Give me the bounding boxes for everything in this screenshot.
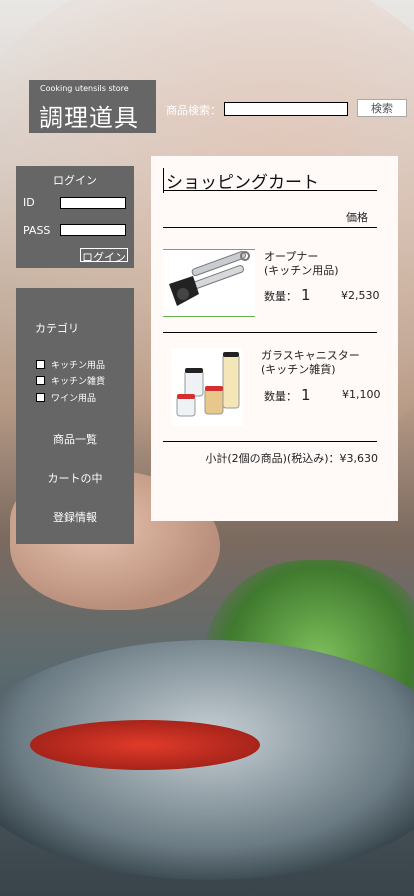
category-checkbox[interactable]	[36, 393, 45, 402]
store-subtitle: Cooking utensils store	[40, 84, 129, 93]
category-kitchen-tools[interactable]: キッチン用品	[36, 358, 105, 371]
login-panel: ログイン ID PASS ログイン	[16, 166, 134, 268]
item-price: ¥1,100	[342, 388, 381, 401]
login-button[interactable]: ログイン	[80, 248, 128, 264]
divider	[163, 227, 377, 228]
search-input[interactable]	[224, 102, 348, 116]
shopping-cart-panel: ショッピングカート 価格 オープナー (キッチン用品) 数量：1 ¥2,530	[151, 156, 398, 521]
category-wine-goods[interactable]: ワイン用品	[36, 391, 96, 404]
category-kitchen-goods[interactable]: キッチン雑貨	[36, 374, 105, 387]
item-quantity: 数量： 1	[264, 386, 311, 404]
item-name[interactable]: オープナー (キッチン用品)	[264, 250, 339, 278]
divider	[163, 190, 377, 191]
login-title: ログイン	[53, 174, 97, 187]
divider	[163, 441, 377, 442]
sidebar: カテゴリ キッチン用品 キッチン雑貨 ワイン用品 商品一覧 カートの中 登録情報	[16, 288, 134, 544]
search-label: 商品検索：	[166, 104, 221, 117]
category-label: ワイン用品	[51, 394, 97, 404]
glass-canister-image[interactable]	[171, 348, 243, 426]
nav-account-info[interactable]: 登録情報	[16, 509, 134, 525]
category-label: キッチン雑貨	[51, 377, 106, 387]
store-name: 調理道具	[39, 104, 139, 132]
item-price: ¥2,530	[341, 289, 380, 302]
nav-cart[interactable]: カートの中	[16, 470, 134, 486]
search-button[interactable]: 検索	[357, 99, 407, 117]
id-input[interactable]	[60, 197, 126, 209]
divider	[163, 332, 377, 333]
item-quantity: 数量： 1	[264, 286, 311, 304]
id-label: ID	[23, 196, 35, 209]
cart-subtotal: 小計(2個の商品)(税込み)：¥3,630	[205, 452, 378, 465]
price-header: 価格	[346, 211, 368, 224]
nav-product-list[interactable]: 商品一覧	[16, 431, 134, 447]
category-label: キッチン用品	[51, 361, 106, 371]
item-name[interactable]: ガラスキャニスター (キッチン雑貨)	[261, 349, 360, 377]
store-logo[interactable]: Cooking utensils store 調理道具	[29, 80, 156, 133]
category-title: カテゴリ	[35, 322, 79, 335]
can-opener-image[interactable]	[163, 249, 255, 317]
category-checkbox[interactable]	[36, 360, 45, 369]
pass-label: PASS	[23, 224, 51, 237]
category-checkbox[interactable]	[36, 376, 45, 385]
pass-input[interactable]	[60, 224, 126, 236]
